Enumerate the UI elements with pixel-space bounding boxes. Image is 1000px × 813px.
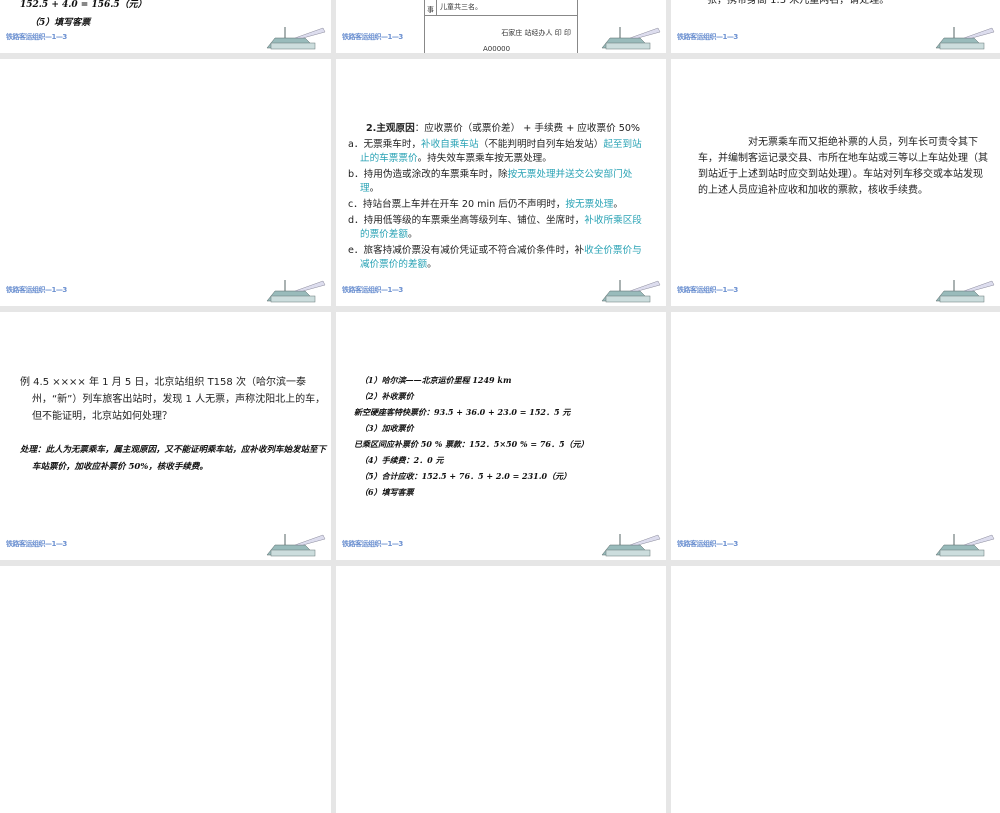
ticket-form: 事 儿童共三名。 石家庄 站经办人 印 印 A00000	[424, 0, 578, 53]
building-logo-icon	[935, 280, 995, 303]
slide-thumbnail[interactable]: 铁路客运组织—1—3	[671, 312, 1000, 560]
list-item: b．持用伪造或涂改的车票乘车时，除按无票处理并送交公安部门处理。	[348, 169, 633, 194]
calc-line: （4）手续费：2．0 元	[360, 455, 444, 465]
calc-line: （2）补收票价	[360, 391, 414, 401]
footer-label: 铁路客运组织—1—3	[677, 33, 738, 41]
slide-thumbnail[interactable]	[336, 566, 666, 813]
footer-label: 铁路客运组织—1—3	[6, 540, 67, 548]
footer-label: 铁路客运组织—1—3	[6, 286, 67, 294]
slide-thumbnail[interactable]: 152.5 + 4.0 = 156.5（元） （5）填写客票 铁路客运组织—1—…	[0, 0, 331, 53]
slide-text: 对无票乘车而又拒绝补票的人员，列车长可责令其下车，并编制客运记录交县、市所在地车…	[698, 137, 988, 196]
calc-line: （6）填写客票	[360, 487, 414, 497]
list-item: a．无票乘车时，补收自乘车站（不能判明时自列车始发站）起至到站止的车票票价。持失…	[348, 139, 642, 164]
form-text: 儿童共三名。	[440, 3, 482, 11]
calc-line: （3）加收票价	[360, 423, 414, 433]
footer-label: 铁路客运组织—1—3	[677, 540, 738, 548]
footer-label: 铁路客运组织—1—3	[6, 33, 67, 41]
slide-thumbnail[interactable]: 对无票乘车而又拒绝补票的人员，列车长可责令其下车，并编制客运记录交县、市所在地车…	[671, 59, 1000, 306]
slide-thumbnail[interactable]: 铁路客运组织—1—3	[0, 59, 331, 306]
slide-thumbnail[interactable]	[671, 566, 1000, 813]
building-logo-icon	[601, 280, 661, 303]
building-logo-icon	[935, 27, 995, 50]
footer-label: 铁路客运组织—1—3	[342, 286, 403, 294]
footer-label: 铁路客运组织—1—3	[342, 540, 403, 548]
building-logo-icon	[601, 534, 661, 557]
footer-label: 铁路客运组织—1—3	[342, 33, 403, 41]
slide-thumbnail[interactable]	[0, 566, 331, 813]
building-logo-icon	[935, 534, 995, 557]
list-item: c．持站台票上车并在开车 20 min 后仍不声明时，按无票处理。	[348, 199, 623, 210]
heading: 2.主观原因：应收票价（或票价差） + 手续费 + 应收票价 50%	[366, 123, 641, 134]
building-logo-icon	[266, 534, 326, 557]
slide-thumbnail[interactable]: 2.主观原因：应收票价（或票价差） + 手续费 + 应收票价 50% a．无票乘…	[336, 59, 666, 306]
slide-text: 张，携带身高 1.3 米儿童两名，请处理。	[707, 0, 890, 6]
list-item: e．旅客持减价票没有减价凭证或不符合减价条件时，补收全价票价与减价票价的差额。	[348, 245, 642, 270]
form-number: A00000	[483, 45, 511, 53]
calc-line: （5）合计应收：152.5 + 76．5 + 2.0 = 231.0（元）	[360, 471, 572, 481]
slide-text: 152.5 + 4.0 = 156.5（元）	[20, 0, 147, 10]
slide-thumbnail[interactable]: （1）哈尔滨——北京运价里程 1249 km （2）补收票价 新空硬座客特快票价…	[336, 312, 666, 560]
footer-label: 铁路客运组织—1—3	[677, 286, 738, 294]
slide-text: （5）填写客票	[30, 18, 91, 28]
list-item: d．持用低等级的车票乘坐高等级列车、铺位、坐席时，补收所乘区段的票价差额。	[348, 215, 642, 240]
building-logo-icon	[266, 280, 326, 303]
slide-thumbnail[interactable]: 事 儿童共三名。 石家庄 站经办人 印 印 A00000 铁路客运组织—1—3	[336, 0, 666, 53]
building-logo-icon	[266, 27, 326, 50]
calc-line: 新空硬座客特快票价：93.5 + 36.0 + 23.0 = 152．5 元	[354, 407, 571, 417]
calc-line: （1）哈尔滨——北京运价里程 1249 km	[360, 375, 512, 385]
example-question: 例 4.5 ×××× 年 1 月 5 日，北京站组织 T158 次（哈尔滨一泰州…	[20, 377, 326, 422]
slide-thumbnail[interactable]: 张，携带身高 1.3 米儿童两名，请处理。 铁路客运组织—1—3	[671, 0, 1000, 53]
slide-thumbnail[interactable]: 例 4.5 ×××× 年 1 月 5 日，北京站组织 T158 次（哈尔滨一泰州…	[0, 312, 331, 560]
calc-line: 已乘区间应补票价 50 % 票款：152．5×50 % = 76．5（元）	[354, 439, 589, 449]
form-cell: 事	[427, 6, 434, 14]
building-logo-icon	[601, 27, 661, 50]
form-sign: 石家庄 站经办人 印 印	[501, 29, 571, 37]
example-answer: 处理：此人为无票乘车，属主观原因，又不能证明乘车站，应补收列车始发站至下车站票价…	[20, 445, 327, 472]
